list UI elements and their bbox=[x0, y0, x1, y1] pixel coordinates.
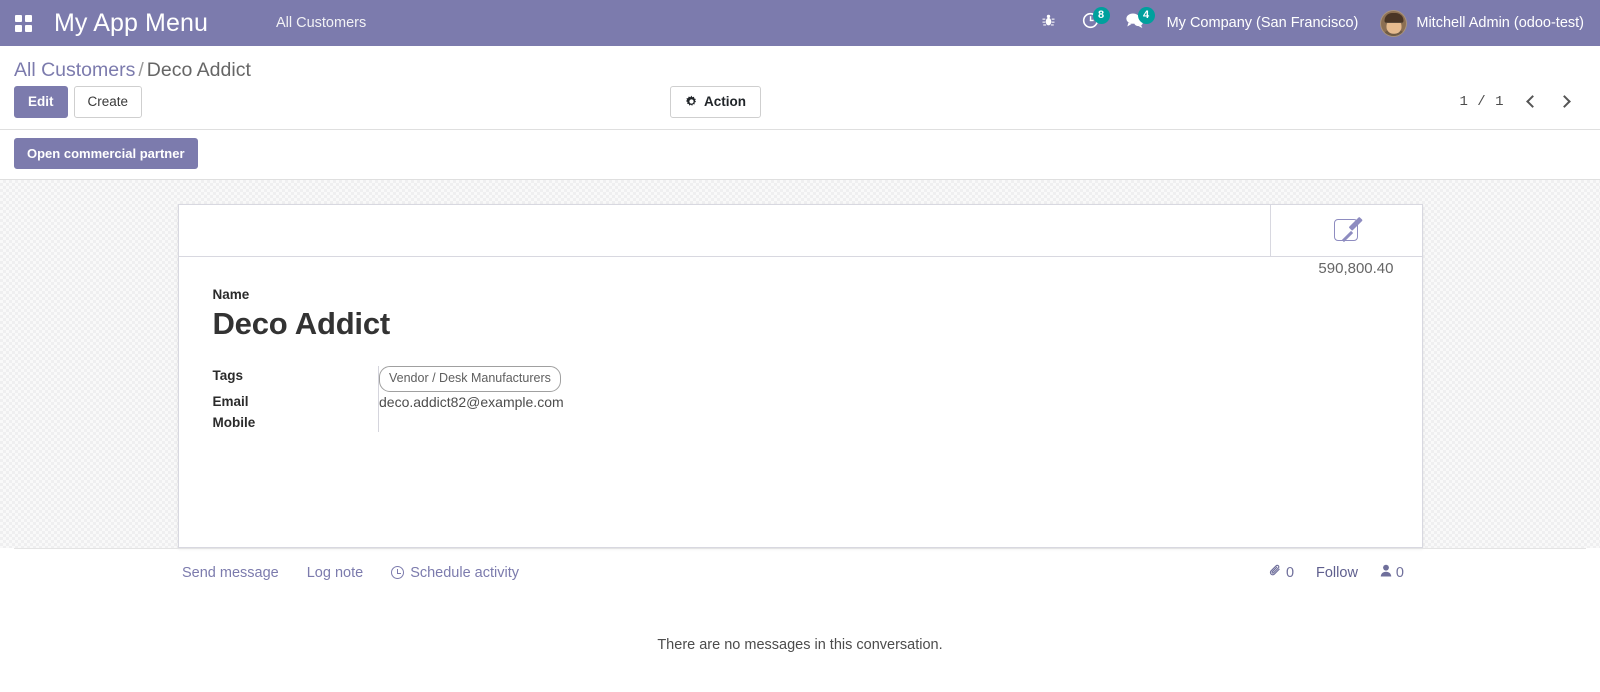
messages-count-badge: 4 bbox=[1137, 7, 1155, 24]
breadcrumb-root-link[interactable]: All Customers bbox=[14, 59, 135, 81]
activity-count-badge: 8 bbox=[1092, 7, 1110, 24]
apps-menu-button[interactable] bbox=[0, 0, 46, 46]
pager-value[interactable]: 1 / 1 bbox=[1459, 94, 1514, 110]
nav-menu-all-customers[interactable]: All Customers bbox=[276, 15, 366, 31]
pager: 1 / 1 bbox=[1459, 88, 1578, 116]
followers-counter[interactable]: 0 bbox=[1380, 564, 1404, 581]
field-row-tags: Tags Vendor / Desk Manufacturers bbox=[212, 365, 699, 392]
activity-menu-button[interactable]: 8 bbox=[1069, 0, 1112, 46]
navbar-right-group: 8 4 My Company (San Francisco) Mitchell … bbox=[1028, 0, 1584, 46]
control-panel-buttons-row: Edit Create Action 1 / 1 bbox=[14, 86, 1586, 129]
clock-icon bbox=[391, 566, 405, 579]
field-label-mobile: Mobile bbox=[212, 414, 256, 430]
attachment-count: 0 bbox=[1285, 564, 1295, 581]
debug-menu-button[interactable] bbox=[1028, 0, 1069, 46]
chevron-left-icon bbox=[1525, 95, 1539, 109]
field-value-mobile[interactable] bbox=[378, 412, 699, 432]
breadcrumb-current: Deco Addict bbox=[146, 59, 251, 81]
chatter-followers-group: 0 Follow 0 bbox=[1269, 564, 1404, 581]
page-title: Deco Addict bbox=[212, 305, 391, 341]
chatter: Send message Log note Schedule activity … bbox=[0, 547, 1600, 653]
brand-title[interactable]: My App Menu bbox=[46, 9, 214, 38]
user-name-label: Mitchell Admin (odoo-test) bbox=[1416, 15, 1584, 31]
field-group: Tags Vendor / Desk Manufacturers Email d… bbox=[212, 365, 699, 432]
tag-badge[interactable]: Vendor / Desk Manufacturers bbox=[379, 365, 561, 392]
breadcrumb-separator: / bbox=[138, 59, 144, 81]
chatter-empty-message: There are no messages in this conversati… bbox=[657, 636, 943, 653]
field-row-email: Email deco.addict82@example.com bbox=[212, 391, 699, 413]
statusbar: Open commercial partner bbox=[0, 129, 1600, 180]
company-switcher[interactable]: My Company (San Francisco) bbox=[1157, 15, 1369, 31]
avatar bbox=[1380, 9, 1408, 37]
edit-button[interactable]: Edit bbox=[14, 86, 68, 118]
action-button-label: Action bbox=[704, 94, 746, 109]
edit-square-icon bbox=[1334, 219, 1358, 241]
field-label-email: Email bbox=[212, 393, 249, 409]
top-navbar: My App Menu All Customers 8 4 My Company… bbox=[0, 0, 1600, 46]
field-row-mobile: Mobile bbox=[212, 412, 699, 432]
pager-previous-button[interactable] bbox=[1518, 88, 1546, 116]
person-icon bbox=[1380, 564, 1392, 581]
open-commercial-partner-button[interactable]: Open commercial partner bbox=[14, 137, 198, 169]
field-label-tags: Tags bbox=[212, 367, 244, 383]
stat-button-box bbox=[178, 204, 1422, 257]
schedule-activity-label: Schedule activity bbox=[410, 564, 519, 581]
record-buttons: Edit Create bbox=[14, 86, 143, 118]
followers-count: 0 bbox=[1395, 564, 1404, 581]
schedule-activity-button[interactable]: Schedule activity bbox=[391, 565, 519, 581]
stat-button-edit[interactable] bbox=[1269, 204, 1422, 256]
field-label-name: Name bbox=[212, 286, 250, 302]
user-menu[interactable]: Mitchell Admin (odoo-test) bbox=[1368, 9, 1584, 37]
field-value-tags[interactable]: Vendor / Desk Manufacturers bbox=[378, 365, 699, 392]
gear-icon bbox=[685, 95, 698, 108]
action-button[interactable]: Action bbox=[670, 86, 761, 118]
send-message-button[interactable]: Send message bbox=[182, 565, 279, 581]
stat-button-value: 590,800.40 bbox=[1318, 259, 1394, 277]
form-sheet: 590,800.40 Name Deco Addict Tags Vendor … bbox=[177, 203, 1423, 548]
apps-grid-icon bbox=[14, 14, 32, 32]
breadcrumb: All Customers / Deco Addict bbox=[14, 46, 1586, 86]
pager-next-button[interactable] bbox=[1550, 88, 1578, 116]
field-value-email[interactable]: deco.addict82@example.com bbox=[378, 391, 699, 413]
log-note-button[interactable]: Log note bbox=[307, 565, 363, 581]
form-view-background: 590,800.40 Name Deco Addict Tags Vendor … bbox=[0, 180, 1600, 548]
form-fields: Name Deco Addict Tags Vendor / Desk Manu… bbox=[179, 257, 1422, 432]
chatter-topbar: Send message Log note Schedule activity … bbox=[14, 547, 1586, 594]
paperclip-icon bbox=[1269, 564, 1282, 581]
messages-menu-button[interactable]: 4 bbox=[1112, 0, 1157, 46]
attachments-counter[interactable]: 0 bbox=[1269, 564, 1294, 581]
control-panel: All Customers / Deco Addict Edit Create Ac… bbox=[0, 46, 1600, 130]
follow-button[interactable]: Follow bbox=[1316, 565, 1358, 581]
create-button[interactable]: Create bbox=[73, 86, 143, 118]
chatter-actions: Send message Log note Schedule activity bbox=[182, 565, 519, 581]
chevron-right-icon bbox=[1557, 95, 1571, 109]
bug-icon bbox=[1041, 13, 1056, 33]
